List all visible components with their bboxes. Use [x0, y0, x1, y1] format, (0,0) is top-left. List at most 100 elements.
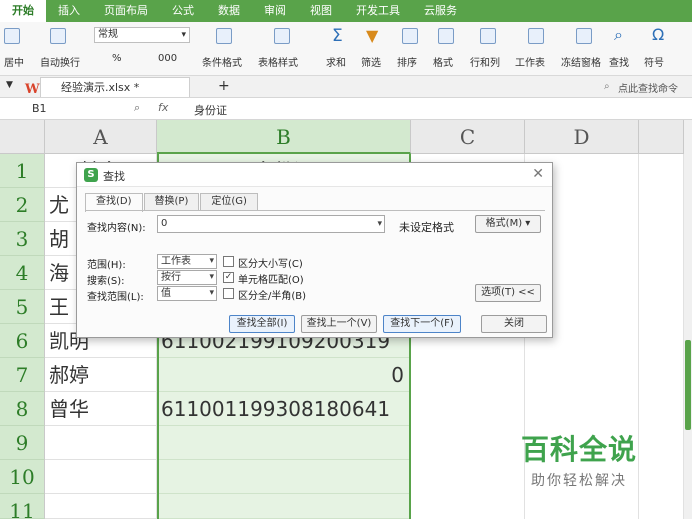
find-what-value: 0 — [161, 218, 168, 229]
chevron-down-icon[interactable]: ▾ — [377, 216, 382, 232]
table-style-icon[interactable] — [274, 28, 290, 44]
close-button[interactable]: 关闭 — [481, 315, 547, 333]
freeze-panes-icon[interactable] — [576, 28, 592, 44]
merge-icon[interactable] — [4, 28, 20, 44]
row-header-8[interactable]: 8 — [0, 392, 45, 426]
vertical-scrollbar[interactable] — [684, 120, 692, 519]
scope-select[interactable]: 工作表 ▾ — [157, 254, 217, 269]
find-icon[interactable]: ⌕ — [614, 25, 623, 45]
column-header-d[interactable]: D — [525, 120, 639, 154]
match-cell-checkbox[interactable]: ✓ — [223, 272, 234, 283]
find-all-button[interactable]: 查找全部(I) — [229, 315, 295, 333]
tab-developer[interactable]: 开发工具 — [344, 0, 412, 22]
fx-button[interactable]: fx — [158, 101, 168, 114]
command-search-input[interactable]: 点此查找命令 — [618, 80, 678, 95]
symbol-button[interactable]: 符号 — [644, 54, 664, 69]
column-header-a[interactable]: A — [45, 120, 157, 154]
format-dropdown-button[interactable]: 格式(M) ▾ — [475, 215, 541, 233]
scrollbar-thumb[interactable] — [685, 340, 691, 430]
row-header-11[interactable]: 11 — [0, 494, 45, 523]
find-what-input[interactable]: 0 ▾ — [157, 215, 385, 233]
cell-b11[interactable] — [157, 494, 411, 519]
cell-a10[interactable] — [45, 460, 157, 494]
chevron-down-icon: ▾ — [209, 256, 214, 266]
row-header-6[interactable]: 6 — [0, 324, 45, 358]
look-in-value: 值 — [161, 288, 171, 299]
tab-home[interactable]: 开始 — [0, 0, 46, 22]
tab-menu-icon[interactable]: ▼ — [6, 80, 13, 90]
percent-button[interactable]: % — [112, 53, 122, 64]
look-in-label: 查找范围(L): — [87, 292, 144, 303]
cell-b7[interactable]: 0 — [157, 358, 411, 392]
tab-data[interactable]: 数据 — [206, 0, 252, 22]
format-button[interactable]: 格式 — [433, 54, 453, 69]
dialog-title-bar[interactable]: S 查找 ✕ — [77, 163, 552, 187]
tab-cloud[interactable]: 云服务 — [412, 0, 469, 22]
tab-replace[interactable]: 替换(P) — [143, 193, 200, 211]
worksheet-icon[interactable] — [528, 28, 544, 44]
column-header-b[interactable]: B — [157, 120, 411, 154]
sort-button[interactable]: 排序 — [397, 54, 417, 69]
cell-a7[interactable]: 郝婷 — [45, 358, 157, 392]
merge-center-button[interactable]: 居中 — [4, 54, 24, 69]
find-button[interactable]: 查找 — [609, 54, 629, 69]
wrap-text-icon[interactable] — [50, 28, 66, 44]
column-header-c[interactable]: C — [411, 120, 525, 154]
row-header-5[interactable]: 5 — [0, 290, 45, 324]
rows-cols-icon[interactable] — [480, 28, 496, 44]
number-format-select[interactable]: 常规 — [94, 27, 190, 43]
table-style-button[interactable]: 表格样式 — [258, 54, 298, 69]
symbol-icon[interactable]: Ω — [652, 25, 664, 44]
filter-icon[interactable]: ▼ — [366, 26, 378, 45]
format-icon[interactable] — [438, 28, 454, 44]
row-header-10[interactable]: 10 — [0, 460, 45, 494]
row-header-3[interactable]: 3 — [0, 222, 45, 256]
conditional-format-icon[interactable] — [216, 28, 232, 44]
cell-b10[interactable] — [157, 460, 411, 494]
cell-a9[interactable] — [45, 426, 157, 460]
filter-button[interactable]: 筛选 — [361, 54, 381, 69]
sort-icon[interactable] — [402, 28, 418, 44]
tab-formulas[interactable]: 公式 — [160, 0, 206, 22]
freeze-panes-button[interactable]: 冻结窗格 — [561, 54, 601, 69]
cell-b9[interactable] — [157, 426, 411, 460]
formula-input[interactable]: 身份证 — [194, 102, 227, 118]
zoom-search-icon[interactable]: ⌕ — [134, 101, 140, 115]
row-header-7[interactable]: 7 — [0, 358, 45, 392]
sum-button[interactable]: 求和 — [326, 54, 346, 69]
find-next-button[interactable]: 查找下一个(F) — [383, 315, 461, 333]
column-e-cells[interactable] — [639, 154, 684, 519]
options-button[interactable]: 选项(T) << — [475, 284, 541, 302]
tab-view[interactable]: 视图 — [298, 0, 344, 22]
row-header-4[interactable]: 4 — [0, 256, 45, 290]
column-header-e[interactable] — [639, 120, 684, 154]
name-box[interactable]: B1 — [32, 102, 47, 115]
row-header-1[interactable]: 1 — [0, 154, 45, 188]
cell-a11[interactable] — [45, 494, 157, 519]
cell-b8[interactable]: 611001199308180641 — [157, 392, 411, 426]
row-header-2[interactable]: 2 — [0, 188, 45, 222]
match-width-checkbox[interactable] — [223, 288, 234, 299]
add-tab-button[interactable]: + — [218, 78, 230, 94]
document-tab[interactable]: W 经验演示.xlsx * — [25, 77, 190, 97]
tab-page-layout[interactable]: 页面布局 — [92, 0, 160, 22]
wrap-text-button[interactable]: 自动换行 — [40, 54, 80, 69]
match-case-checkbox[interactable] — [223, 256, 234, 267]
row-header-9[interactable]: 9 — [0, 426, 45, 460]
select-all-corner[interactable] — [0, 120, 45, 154]
comma-button[interactable]: 000 — [158, 53, 177, 64]
dialog-title: 查找 — [103, 170, 125, 183]
match-width-label: 区分全/半角(B) — [238, 291, 307, 302]
close-icon[interactable]: ✕ — [532, 166, 544, 182]
worksheet-button[interactable]: 工作表 — [515, 54, 545, 69]
tab-review[interactable]: 审阅 — [252, 0, 298, 22]
conditional-format-button[interactable]: 条件格式 — [202, 54, 242, 69]
rows-cols-button[interactable]: 行和列 — [470, 54, 500, 69]
find-previous-button[interactable]: 查找上一个(V) — [301, 315, 377, 333]
tab-insert[interactable]: 插入 — [46, 0, 92, 22]
cell-a8[interactable]: 曾华 — [45, 392, 157, 426]
tab-goto[interactable]: 定位(G) — [200, 193, 258, 211]
sum-icon[interactable]: Σ — [332, 26, 343, 46]
search-select[interactable]: 按行 ▾ — [157, 270, 217, 285]
look-in-select[interactable]: 值 ▾ — [157, 286, 217, 301]
